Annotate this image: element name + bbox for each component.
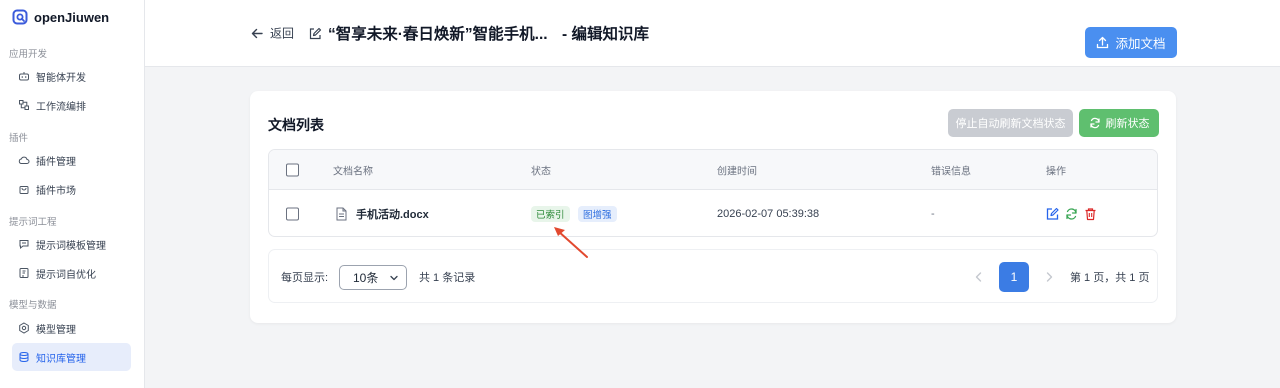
section-app-dev: 应用开发 <box>9 49 48 60</box>
column-header-status: 状态 <box>531 166 551 178</box>
row-checkbox[interactable] <box>286 207 299 221</box>
section-plugins: 插件 <box>9 133 29 144</box>
sidebar-item-knowledge-base[interactable]: 知识库管理 <box>12 343 131 371</box>
sidebar-item-agent-dev[interactable]: 智能体开发 <box>12 63 131 89</box>
refresh-status-label: 刷新状态 <box>1105 118 1150 130</box>
back-label: 返回 <box>270 26 295 41</box>
back-button[interactable]: 返回 <box>250 25 294 42</box>
document-name-cell[interactable]: 手机活动.docx <box>335 206 429 222</box>
annotation-arrow <box>554 227 588 258</box>
upload-icon <box>1097 36 1109 49</box>
per-page-label: 每页显示: <box>281 272 329 284</box>
database-icon <box>19 352 29 362</box>
sidebar-item-workflow[interactable]: 工作流编排 <box>12 92 131 118</box>
app-logo[interactable]: openJiuwen <box>12 9 109 25</box>
edit-title-icon[interactable] <box>308 27 322 41</box>
sidebar: openJiuwen 应用开发 智能体开发 工作流编排 插件 插件管理 插件市场… <box>0 0 145 388</box>
arrow-left-icon <box>251 28 263 38</box>
refresh-status-button[interactable]: 刷新状态 <box>1079 109 1159 137</box>
select-all-checkbox[interactable] <box>286 163 299 177</box>
document-list-card: 文档列表 停止自动刷新文档状态 刷新状态 文档名称 状态 创建时间 错误信息 操… <box>250 91 1176 323</box>
document-icon <box>336 207 347 221</box>
card-title: 文档列表 <box>268 117 324 133</box>
sidebar-item-plugin-market[interactable]: 插件市场 <box>12 176 131 202</box>
page-header: 返回 “智享未来·春日焕新”智能手机... - 编辑知识库 添加文档 <box>145 0 1280 67</box>
robot-icon <box>19 72 29 81</box>
status-badge-graph-enhanced: 图增强 <box>578 206 617 222</box>
table-row: 手机活动.docx 已索引 图增强 2026-02-07 05:39:38 - <box>269 190 1157 236</box>
add-document-button[interactable]: 添加文档 <box>1085 27 1177 58</box>
per-page-value: 10条 <box>353 271 379 285</box>
refresh-icon[interactable] <box>1065 208 1078 221</box>
chevron-left-icon[interactable] <box>972 270 986 284</box>
page-title-suffix: - 编辑知识库 <box>562 26 649 43</box>
status-badge-indexed: 已索引 <box>531 206 570 222</box>
sidebar-item-label: 插件市场 <box>36 185 76 197</box>
sidebar-item-label: 提示词自优化 <box>36 269 96 281</box>
total-records: 共 1 条记录 <box>419 272 476 284</box>
pagination-bar: 每页显示: 10条 共 1 条记录 1 第 1 页，共 1 页 <box>268 249 1158 303</box>
sidebar-item-label: 提示词模板管理 <box>36 240 106 252</box>
sidebar-item-label: 智能体开发 <box>36 72 86 84</box>
sidebar-item-label: 插件管理 <box>36 156 76 168</box>
sidebar-item-model-manage[interactable]: 模型管理 <box>12 315 131 341</box>
column-header-error: 错误信息 <box>931 166 971 178</box>
per-page-select[interactable]: 10条 <box>339 265 407 290</box>
section-models-data: 模型与数据 <box>9 300 57 311</box>
cloud-icon <box>18 156 30 164</box>
page-1-button[interactable]: 1 <box>999 262 1029 292</box>
chat-icon <box>19 240 29 250</box>
table-header: 文档名称 状态 创建时间 错误信息 操作 <box>269 150 1157 190</box>
trash-icon[interactable] <box>1084 208 1097 221</box>
chevron-right-icon[interactable] <box>1042 270 1056 284</box>
sidebar-item-label: 知识库管理 <box>36 353 86 365</box>
document-name: 手机活动.docx <box>356 209 429 221</box>
stop-auto-refresh-button[interactable]: 停止自动刷新文档状态 <box>948 109 1073 137</box>
sidebar-item-plugin-manage[interactable]: 插件管理 <box>12 147 131 173</box>
documents-table: 文档名称 状态 创建时间 错误信息 操作 手机活动.docx 已索引 图增强 2… <box>268 149 1158 237</box>
workflow-icon <box>19 100 29 110</box>
add-document-label: 添加文档 <box>1115 37 1166 51</box>
column-header-created: 创建时间 <box>717 166 757 178</box>
created-time: 2026-02-07 05:39:38 <box>717 208 820 220</box>
page-title: “智享未来·春日焕新”智能手机... <box>328 26 548 43</box>
hexagon-gear-icon <box>19 322 29 334</box>
sidebar-item-prompt-optimize[interactable]: 提示词自优化 <box>12 260 131 286</box>
error-info: - <box>931 208 935 220</box>
app-name: openJiuwen <box>34 9 110 25</box>
chevron-down-icon <box>390 275 398 281</box>
column-header-name: 文档名称 <box>333 166 373 178</box>
logo-icon <box>12 9 28 25</box>
edit-icon[interactable] <box>1046 207 1059 221</box>
section-prompt-eng: 提示词工程 <box>9 217 57 228</box>
shopping-bag-icon <box>19 186 29 194</box>
sidebar-item-prompt-templates[interactable]: 提示词模板管理 <box>12 231 131 257</box>
sidebar-item-label: 工作流编排 <box>36 101 86 113</box>
prompt-optimize-icon <box>19 268 29 278</box>
sidebar-item-label: 模型管理 <box>36 324 76 336</box>
refresh-icon <box>1089 117 1100 129</box>
column-header-actions: 操作 <box>1046 166 1066 178</box>
page-info: 第 1 页，共 1 页 <box>1070 272 1150 284</box>
